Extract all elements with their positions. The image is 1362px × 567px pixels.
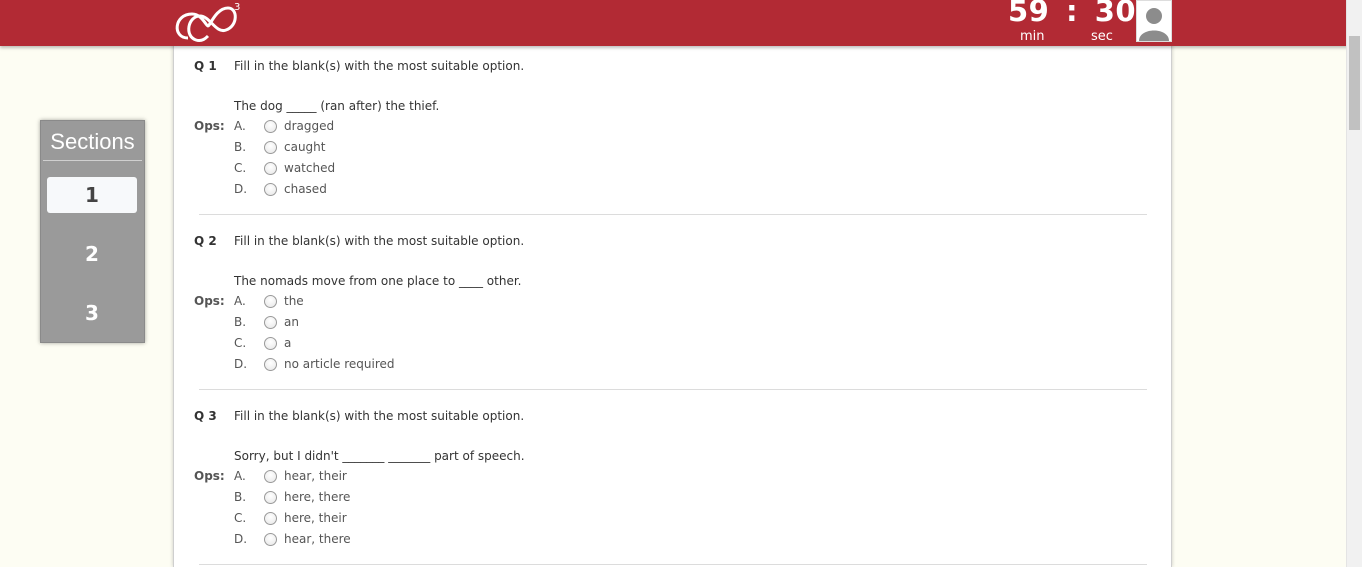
question-instruction: Fill in the blank(s) with the most suita… xyxy=(234,234,525,248)
option-d[interactable]: D. chased xyxy=(234,182,634,202)
timer-digits: 59 : 30 xyxy=(1008,0,1136,28)
timer-seconds: 30 xyxy=(1094,0,1137,28)
option-radio[interactable] xyxy=(264,337,277,350)
option-letter: D. xyxy=(234,532,248,546)
option-letter: D. xyxy=(234,357,248,371)
section-button-1[interactable]: 1 xyxy=(47,177,137,213)
option-radio[interactable] xyxy=(264,183,277,196)
question-stem: The nomads move from one place to ____ o… xyxy=(234,274,522,288)
option-radio[interactable] xyxy=(264,162,277,175)
option-b[interactable]: B. here, there xyxy=(234,490,634,510)
user-silhouette-icon xyxy=(1139,8,1169,41)
option-b[interactable]: B. caught xyxy=(234,140,634,160)
section-button-3[interactable]: 3 xyxy=(47,295,137,331)
option-radio[interactable] xyxy=(264,358,277,371)
question-stem: The dog _____ (ran after) the thief. xyxy=(234,99,440,113)
option-letter: A. xyxy=(234,469,246,483)
question-panel: Q 1 Fill in the blank(s) with the most s… xyxy=(173,0,1172,567)
option-d[interactable]: D. hear, there xyxy=(234,532,634,552)
option-radio[interactable] xyxy=(264,512,277,525)
question-number: Q 2 xyxy=(194,234,217,248)
sections-panel: Sections 1 2 3 xyxy=(40,120,145,343)
option-a[interactable]: A. hear, their xyxy=(234,469,634,489)
option-c[interactable]: C. watched xyxy=(234,161,634,181)
logo-superscript: 3 xyxy=(234,2,240,13)
option-letter: B. xyxy=(234,315,247,329)
question-number: Q 3 xyxy=(194,409,217,423)
option-text[interactable]: watched xyxy=(284,161,335,175)
option-letter: A. xyxy=(234,294,246,308)
scrollbar-thumb[interactable] xyxy=(1349,36,1360,130)
option-radio[interactable] xyxy=(264,295,277,308)
timer-min-label: min xyxy=(1020,29,1045,44)
option-c[interactable]: C. here, their xyxy=(234,511,634,531)
option-text[interactable]: hear, there xyxy=(284,532,351,546)
option-radio[interactable] xyxy=(264,491,277,504)
logo: 3 xyxy=(172,0,244,46)
question-number: Q 1 xyxy=(194,59,217,73)
option-letter: C. xyxy=(234,511,247,525)
sections-title: Sections xyxy=(50,129,135,154)
option-a[interactable]: A. dragged xyxy=(234,119,634,139)
option-b[interactable]: B. an xyxy=(234,315,634,335)
question-divider xyxy=(199,214,1147,215)
option-text[interactable]: here, there xyxy=(284,490,350,504)
timer-sec-label: sec xyxy=(1091,29,1113,44)
option-text[interactable]: a xyxy=(284,336,291,350)
question-divider xyxy=(199,564,1147,565)
option-radio[interactable] xyxy=(264,470,277,483)
question-stem: Sorry, but I didn't _______ _______ part… xyxy=(234,449,525,463)
section-button-2[interactable]: 2 xyxy=(47,236,137,272)
option-letter: B. xyxy=(234,140,247,154)
option-text[interactable]: the xyxy=(284,294,304,308)
option-letter: C. xyxy=(234,336,247,350)
option-radio[interactable] xyxy=(264,316,277,329)
page-scrollbar[interactable] xyxy=(1346,0,1362,567)
question-instruction: Fill in the blank(s) with the most suita… xyxy=(234,59,525,73)
option-text[interactable]: here, their xyxy=(284,511,347,525)
option-radio[interactable] xyxy=(264,120,277,133)
option-d[interactable]: D. no article required xyxy=(234,357,634,377)
sections-divider xyxy=(43,160,142,161)
options-label: Ops: xyxy=(194,294,225,308)
timer-minutes: 59 xyxy=(1008,0,1050,28)
question-instruction: Fill in the blank(s) with the most suita… xyxy=(234,409,525,423)
option-letter: D. xyxy=(234,182,248,196)
option-text[interactable]: no article required xyxy=(284,357,395,371)
option-letter: C. xyxy=(234,161,247,175)
option-text[interactable]: hear, their xyxy=(284,469,347,483)
option-text[interactable]: an xyxy=(284,315,299,329)
option-text[interactable]: caught xyxy=(284,140,325,154)
option-letter: A. xyxy=(234,119,246,133)
option-radio[interactable] xyxy=(264,533,277,546)
options-label: Ops: xyxy=(194,469,225,483)
option-radio[interactable] xyxy=(264,141,277,154)
option-text[interactable]: dragged xyxy=(284,119,334,133)
user-avatar[interactable] xyxy=(1136,0,1172,42)
question-divider xyxy=(199,389,1147,390)
timer-separator: : xyxy=(1065,0,1079,28)
option-c[interactable]: C. a xyxy=(234,336,634,356)
option-a[interactable]: A. the xyxy=(234,294,634,314)
option-letter: B. xyxy=(234,490,247,504)
countdown-timer: 59 : 30 min sec xyxy=(1008,0,1136,46)
options-label: Ops: xyxy=(194,119,225,133)
option-text[interactable]: chased xyxy=(284,182,327,196)
top-header-bar: 3 59 : 30 min sec xyxy=(0,0,1362,46)
